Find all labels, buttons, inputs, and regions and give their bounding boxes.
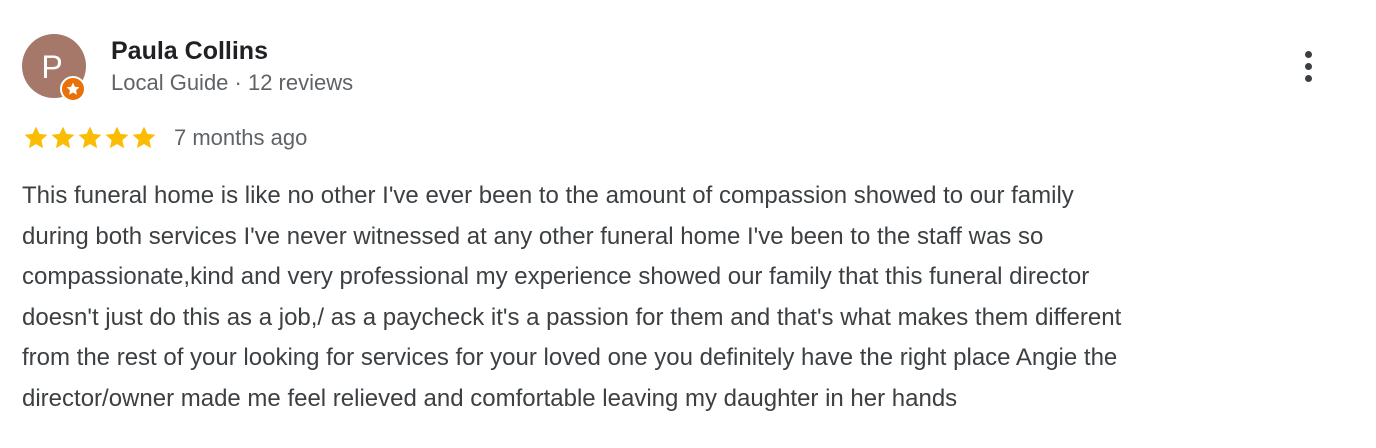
star-filled-icon — [76, 124, 104, 152]
review-text-line: doesn't just do this as a job,/ as a pay… — [22, 303, 1122, 331]
review-text-line: compassionate,kind and very professional… — [22, 263, 1090, 290]
review-text-line: director/owner made me feel relieved and… — [22, 384, 958, 412]
reviewer-name[interactable]: Paula Collins — [111, 36, 268, 66]
reviewer-meta[interactable]: Local Guide · 12 reviews — [111, 70, 353, 96]
review-text-line: This funeral home is like no other I've … — [22, 182, 1074, 209]
review-text-line: during both services I've never witnesse… — [22, 222, 1044, 250]
local-guide-badge-icon — [60, 76, 86, 102]
more-options-button[interactable] — [1290, 44, 1326, 88]
star-filled-icon — [130, 124, 158, 152]
more-vertical-icon — [1304, 50, 1312, 58]
review-text: This funeral home is like no other I've … — [22, 176, 1362, 419]
local-guide-star-icon — [66, 82, 80, 95]
star-filled-icon — [103, 124, 131, 152]
star-filled-icon — [22, 124, 50, 152]
review-date: 7 months ago — [174, 125, 308, 150]
avatar-initial: P — [41, 48, 63, 85]
star-rating — [22, 124, 157, 152]
review-card: P Paula Collins Local Guide · 12 reviews… — [0, 0, 1376, 448]
star-filled-icon — [49, 124, 77, 152]
more-vertical-icon-dot — [1304, 62, 1312, 70]
review-text-line: from the rest of your looking for servic… — [22, 344, 1118, 371]
more-vertical-icon-dot — [1304, 74, 1312, 82]
